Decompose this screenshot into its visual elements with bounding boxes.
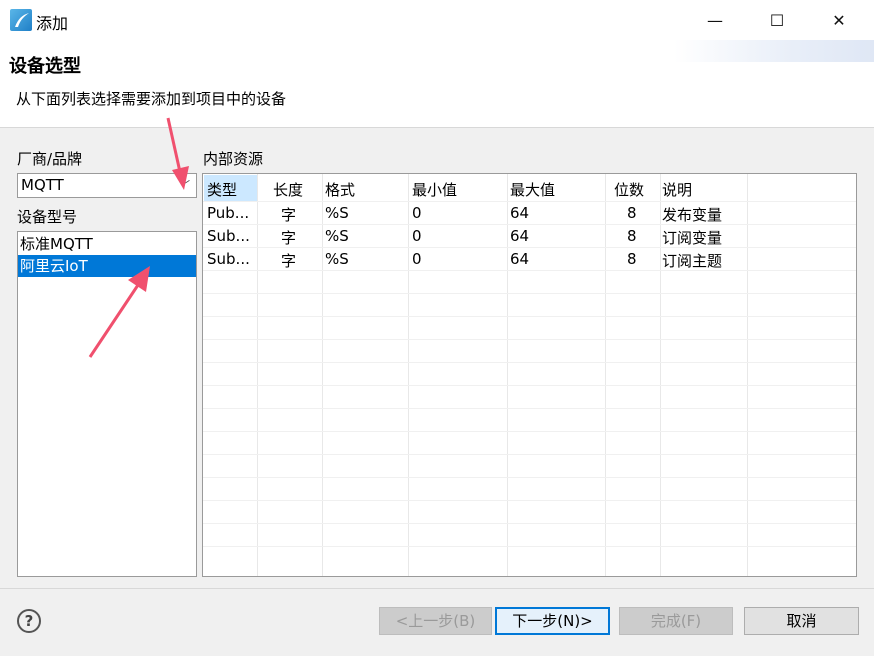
close-button[interactable]: ✕ — [810, 0, 868, 40]
column-divider — [257, 174, 258, 576]
page-title: 设备选型 — [9, 56, 81, 77]
cell-desc[interactable]: 订阅变量 — [662, 227, 722, 248]
next-button[interactable]: 下一步(N)> — [495, 607, 610, 635]
column-header-desc[interactable]: 说明 — [662, 179, 692, 200]
resources-table[interactable]: 类型 长度 格式 最小值 最大值 位数 说明 Pub... 字 %S 0 64 … — [202, 173, 857, 577]
row-divider — [203, 362, 856, 363]
cell-format[interactable]: %S — [325, 204, 349, 222]
vendor-label: 厂商/品牌 — [17, 150, 83, 168]
close-icon: ✕ — [832, 10, 846, 30]
cell-length[interactable]: 字 — [281, 250, 296, 271]
column-divider — [747, 174, 748, 576]
cell-desc[interactable]: 订阅主题 — [662, 250, 722, 271]
row-divider — [203, 293, 856, 294]
cell-bits[interactable]: 8 — [627, 250, 637, 268]
cell-type[interactable]: Pub... — [207, 204, 249, 222]
minimize-button[interactable]: — — [686, 0, 744, 40]
resources-label: 内部资源 — [203, 150, 264, 168]
cell-length[interactable]: 字 — [281, 204, 296, 225]
row-divider — [203, 454, 856, 455]
column-header-type[interactable]: 类型 — [207, 179, 237, 200]
page-description: 从下面列表选择需要添加到项目中的设备 — [16, 90, 287, 108]
row-divider — [203, 247, 856, 248]
wizard-header: 设备选型 从下面列表选择需要添加到项目中的设备 — [0, 40, 874, 128]
chevron-down-icon[interactable]: ﹀ — [179, 174, 190, 197]
title-bar: 添加 — ☐ ✕ — [0, 0, 874, 40]
cell-min[interactable]: 0 — [412, 250, 422, 268]
cell-type[interactable]: Sub... — [207, 250, 250, 268]
row-divider — [203, 500, 856, 501]
row-divider — [203, 408, 856, 409]
back-button[interactable]: <上一步(B) — [379, 607, 492, 635]
row-divider — [203, 316, 856, 317]
cell-format[interactable]: %S — [325, 250, 349, 268]
cell-length[interactable]: 字 — [281, 227, 296, 248]
column-divider — [322, 174, 323, 576]
window-title: 添加 — [36, 14, 69, 33]
column-header-length[interactable]: 长度 — [273, 179, 303, 200]
column-header-format[interactable]: 格式 — [325, 179, 355, 200]
row-divider — [203, 431, 856, 432]
cell-type[interactable]: Sub... — [207, 227, 250, 245]
column-divider — [605, 174, 606, 576]
row-divider — [203, 385, 856, 386]
cell-max[interactable]: 64 — [510, 227, 529, 245]
list-item[interactable]: 标准MQTT — [18, 233, 196, 255]
row-divider — [203, 224, 856, 225]
column-divider — [660, 174, 661, 576]
footer-divider — [0, 588, 874, 589]
cell-min[interactable]: 0 — [412, 204, 422, 222]
cell-bits[interactable]: 8 — [627, 204, 637, 222]
header-decoration — [674, 40, 874, 62]
cell-desc[interactable]: 发布变量 — [662, 204, 722, 225]
row-divider — [203, 339, 856, 340]
model-list[interactable]: 标准MQTT 阿里云IoT — [17, 231, 197, 577]
cell-min[interactable]: 0 — [412, 227, 422, 245]
column-header-bits[interactable]: 位数 — [614, 179, 644, 200]
vendor-select-value: MQTT — [21, 176, 64, 194]
maximize-icon: ☐ — [769, 10, 785, 30]
row-divider — [203, 477, 856, 478]
column-header-max[interactable]: 最大值 — [510, 179, 555, 200]
cell-max[interactable]: 64 — [510, 250, 529, 268]
column-header-min[interactable]: 最小值 — [412, 179, 457, 200]
finish-button[interactable]: 完成(F) — [619, 607, 733, 635]
row-divider — [203, 523, 856, 524]
cancel-button[interactable]: 取消 — [744, 607, 859, 635]
help-icon[interactable]: ? — [17, 609, 41, 633]
minimize-icon: — — [707, 10, 723, 30]
table-grid — [203, 174, 856, 576]
cell-max[interactable]: 64 — [510, 204, 529, 222]
maximize-button[interactable]: ☐ — [748, 0, 806, 40]
row-divider — [203, 270, 856, 271]
column-divider — [408, 174, 409, 576]
column-divider — [507, 174, 508, 576]
list-item-selected[interactable]: 阿里云IoT — [18, 255, 196, 277]
cell-bits[interactable]: 8 — [627, 227, 637, 245]
row-divider — [203, 201, 856, 202]
row-divider — [203, 546, 856, 547]
cell-format[interactable]: %S — [325, 227, 349, 245]
vendor-select[interactable]: MQTT ﹀ — [17, 173, 197, 198]
model-label: 设备型号 — [17, 208, 78, 226]
app-logo-icon — [10, 9, 32, 31]
